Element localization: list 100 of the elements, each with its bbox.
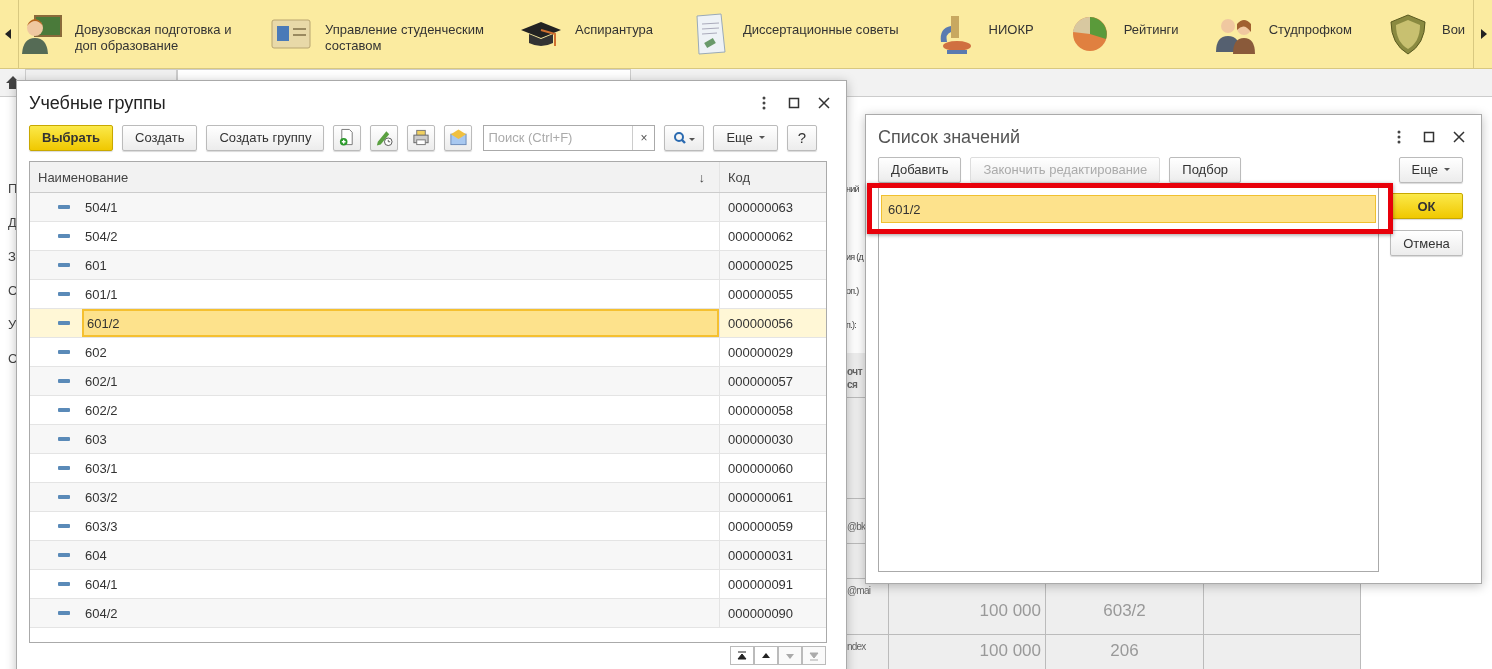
item-icon bbox=[58, 408, 70, 412]
section-link[interactable]: Вои bbox=[1441, 22, 1466, 38]
item-icon bbox=[58, 292, 70, 296]
select-button[interactable]: Выбрать bbox=[29, 124, 114, 151]
table-cell-text: 000000059 bbox=[727, 517, 795, 536]
envelope-icon bbox=[449, 128, 468, 147]
teacher-icon[interactable] bbox=[19, 12, 63, 56]
field-label: ия (д bbox=[846, 251, 865, 264]
toolbar-button[interactable]: Создать bbox=[122, 124, 198, 151]
table-cell-text: 000000091 bbox=[727, 575, 795, 594]
table-row[interactable]: 604/2 000000090 bbox=[30, 599, 826, 628]
section-link[interactable]: Рейтинги bbox=[1123, 22, 1179, 38]
search-icon bbox=[673, 130, 696, 145]
table-cell-text: 504/1 bbox=[84, 198, 119, 217]
column-header[interactable]: Наименование ↓ bbox=[30, 162, 720, 192]
table-cell-text: 602/2 bbox=[84, 401, 119, 420]
table-cell-text: 000000061 bbox=[727, 488, 795, 507]
field-label: С bbox=[8, 351, 19, 367]
section-link[interactable]: Довузовская подготовка и доп образование bbox=[75, 22, 235, 54]
table-cell-text: 603 bbox=[84, 430, 108, 449]
toolbar-button[interactable]: Подбор bbox=[1169, 156, 1242, 183]
section-link[interactable]: НИОКР bbox=[988, 22, 1034, 38]
dialog-title: Список значений bbox=[878, 126, 1021, 148]
item-icon bbox=[58, 611, 70, 615]
field-label: п.): bbox=[846, 319, 858, 332]
table-cell-text: 601/1 bbox=[84, 285, 119, 304]
table-row[interactable]: 602/1 000000057 bbox=[30, 367, 826, 396]
more-button[interactable]: Еще bbox=[713, 124, 778, 151]
item-icon bbox=[58, 205, 70, 209]
field-label: оп.) bbox=[846, 285, 860, 298]
table-cell-text: 601 bbox=[84, 256, 108, 275]
table-cell: 206 bbox=[1046, 635, 1204, 669]
table-cell-text: 000000063 bbox=[727, 198, 795, 217]
sort-arrow[interactable]: ↓ bbox=[698, 169, 705, 185]
scroll-top-icon bbox=[736, 649, 748, 662]
table-cell-text: 603/1 bbox=[84, 459, 119, 478]
more-button[interactable]: Еще bbox=[1398, 156, 1463, 183]
list-item[interactable]: 601/2 bbox=[881, 195, 1376, 223]
item-icon bbox=[58, 466, 70, 470]
cancel-button[interactable]: Отмена bbox=[1390, 230, 1463, 256]
scroll-button[interactable] bbox=[754, 646, 778, 665]
maximize-icon[interactable] bbox=[788, 97, 800, 109]
section-link[interactable]: Аспирантура bbox=[575, 22, 654, 38]
toolbar-button[interactable] bbox=[370, 124, 399, 151]
table-cell-text: 603/3 bbox=[84, 517, 119, 536]
table-cell-text: 602/1 bbox=[84, 372, 119, 391]
search-field[interactable]: Поиск (Ctrl+F) × bbox=[483, 124, 656, 151]
close-icon[interactable] bbox=[1453, 131, 1465, 143]
caret-icon bbox=[758, 136, 765, 139]
table-cell-text: 000000058 bbox=[727, 401, 795, 420]
toolbar-button[interactable] bbox=[407, 124, 436, 151]
field-label: У bbox=[8, 317, 18, 333]
table-cell-text: 000000056 bbox=[727, 314, 795, 333]
item-icon bbox=[58, 524, 70, 528]
field-label: ний bbox=[846, 183, 860, 196]
ok-button[interactable]: ОК bbox=[1390, 193, 1463, 219]
item-icon bbox=[58, 321, 70, 325]
table-cell-text: 000000060 bbox=[727, 459, 795, 478]
item-icon bbox=[58, 495, 70, 499]
section-link[interactable]: Диссертационные советы bbox=[743, 22, 899, 38]
table-cell-text: 603/2 bbox=[84, 488, 119, 507]
scroll-button[interactable] bbox=[730, 646, 754, 665]
field-label: П bbox=[8, 181, 19, 197]
item-icon bbox=[58, 350, 70, 354]
caret-icon bbox=[1444, 168, 1450, 171]
dialog-title: Учебные группы bbox=[29, 92, 166, 114]
table-cell-text: 000000057 bbox=[727, 372, 795, 391]
help-button[interactable]: ? bbox=[786, 124, 818, 151]
table-cell-text: 000000090 bbox=[727, 604, 795, 623]
toolbar-button[interactable] bbox=[333, 124, 362, 151]
table-cell-text: 604/1 bbox=[84, 575, 119, 594]
section-link[interactable]: Студпрофком bbox=[1268, 22, 1352, 38]
table-row[interactable]: 601/2 000000056 bbox=[30, 309, 826, 338]
item-icon bbox=[58, 553, 70, 557]
close-icon[interactable] bbox=[818, 97, 830, 109]
item-icon bbox=[58, 582, 70, 586]
table-cell-text: 604/2 bbox=[84, 604, 119, 623]
table-cell-text: 000000029 bbox=[727, 343, 795, 362]
maximize-icon[interactable] bbox=[1423, 131, 1435, 143]
table-cell: 601/2 bbox=[82, 309, 719, 337]
table-row[interactable]: 604 000000031 bbox=[30, 541, 826, 570]
column-header[interactable]: Код bbox=[720, 162, 826, 192]
table-row[interactable]: 601 000000025 bbox=[30, 251, 826, 280]
table-cell-text: 000000062 bbox=[727, 227, 795, 246]
pencil-clock-icon bbox=[375, 128, 394, 147]
item-icon bbox=[58, 379, 70, 383]
search-button[interactable] bbox=[664, 124, 705, 151]
table-row[interactable]: 603/2 000000061 bbox=[30, 483, 826, 512]
field-label: С bbox=[8, 283, 19, 299]
table-row[interactable]: 603 000000030 bbox=[30, 425, 826, 454]
item-icon bbox=[58, 437, 70, 441]
toolbar-button[interactable]: Создать группу bbox=[206, 124, 325, 151]
toolbar-button[interactable]: Добавить bbox=[878, 156, 962, 183]
table-cell-text: 000000025 bbox=[727, 256, 795, 275]
table-row[interactable]: 504/1 000000063 bbox=[30, 193, 826, 222]
table-cell-text: 604 bbox=[84, 546, 108, 565]
table-cell-text: 000000031 bbox=[727, 546, 795, 565]
item-icon bbox=[58, 234, 70, 238]
scroll-bottom-icon bbox=[808, 649, 820, 662]
section-link[interactable]: Управление студенческим составом bbox=[325, 22, 485, 54]
